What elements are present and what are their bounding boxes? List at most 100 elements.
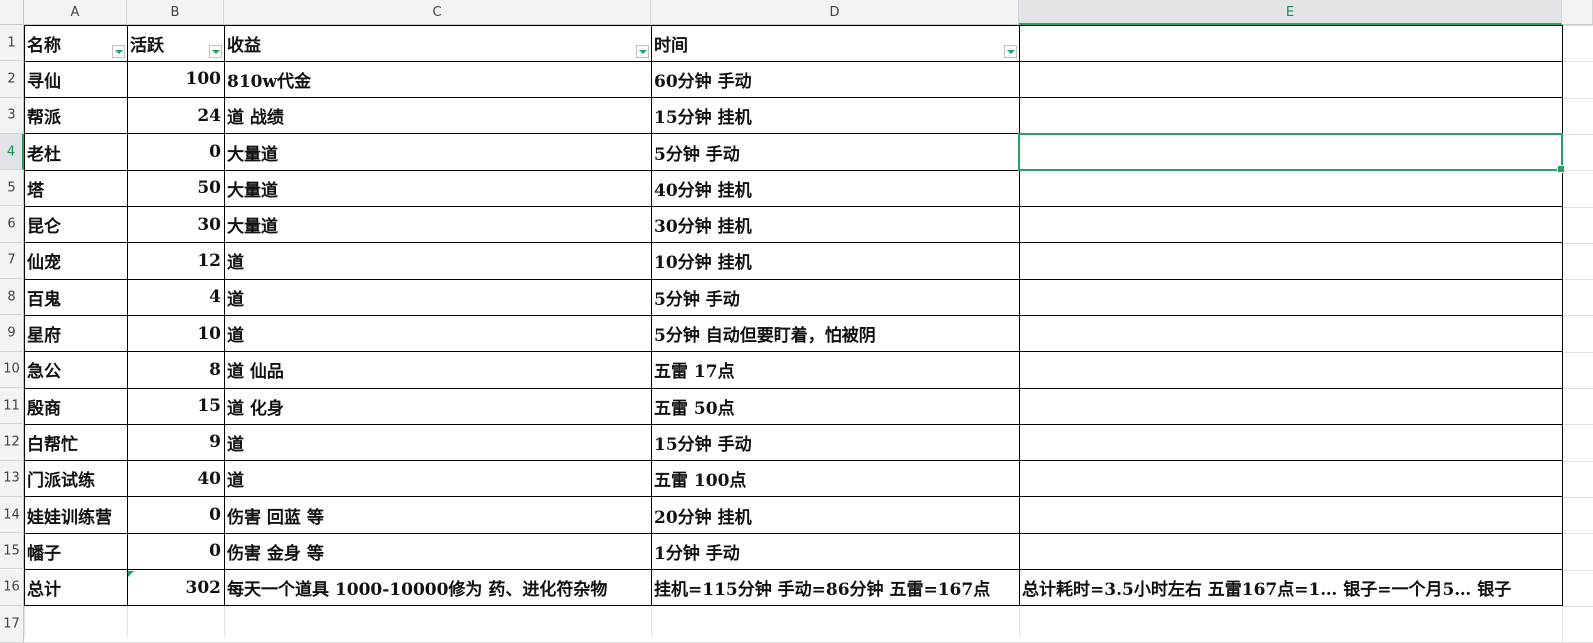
cell-c1[interactable]: 收益 [224,25,651,61]
cell-a9[interactable]: 星府 [24,315,127,351]
cell-b15[interactable]: 0 [127,533,224,569]
column-header-a[interactable]: A [24,0,127,25]
cell-b17[interactable] [127,606,224,643]
cell-a2[interactable]: 寻仙 [24,61,127,97]
row-header-4[interactable]: 4 [0,133,24,171]
cell-b3[interactable]: 24 [127,98,224,134]
column-header-b[interactable]: B [127,0,224,25]
cell-a16[interactable]: 总计 [24,570,127,606]
cell-c12[interactable]: 道 [224,424,651,460]
filter-button-b[interactable] [209,45,222,58]
row-header-12[interactable]: 12 [0,424,24,461]
cell-d9[interactable]: 5分钟 自动但要盯着，怕被阴 [651,315,1562,351]
cell-d16[interactable]: 挂机=115分钟 手动=86分钟 五雷=167点 [651,570,1019,606]
cell-c4[interactable]: 大量道 [224,134,651,170]
cell-d15[interactable]: 1分钟 手动 [651,533,1019,569]
cell-e16[interactable]: 总计耗时=3.5小时左右 五雷167点=1… 银子=一个月5… 银子 [1019,570,1562,606]
cell-d4[interactable]: 5分钟 手动 [651,134,1019,170]
cell-d13[interactable]: 五雷 100点 [651,461,1019,497]
filter-button-c[interactable] [636,45,649,58]
row-header-11[interactable]: 11 [0,388,24,425]
row-header-17[interactable]: 17 [0,605,24,643]
cell-e2[interactable] [1019,61,1562,97]
cell-a4[interactable]: 老杜 [24,134,127,170]
cell-a5[interactable]: 塔 [24,170,127,206]
cell-b9[interactable]: 10 [127,315,224,351]
cell-e11[interactable] [1019,388,1562,424]
cell-b14[interactable]: 0 [127,497,224,533]
row-header-14[interactable]: 14 [0,496,24,534]
cell-d7[interactable]: 10分钟 挂机 [651,243,1019,279]
row-header-2[interactable]: 2 [0,61,24,98]
cell-a10[interactable]: 急公 [24,352,127,388]
cell-c11[interactable]: 道 化身 [224,388,651,424]
cell-c16[interactable]: 每天一个道具 1000-10000修为 药、进化符杂物 [224,570,651,606]
cell-e10[interactable] [1019,352,1562,388]
filter-button-d[interactable] [1004,45,1017,58]
cell-b12[interactable]: 9 [127,424,224,460]
cell-a17[interactable] [24,606,127,643]
cell-c2[interactable]: 810w代金 [224,61,651,97]
cell-a6[interactable]: 昆仑 [24,207,127,243]
cell-e7[interactable] [1019,243,1562,279]
cell-b13[interactable]: 40 [127,461,224,497]
cell-a8[interactable]: 百鬼 [24,279,127,315]
cell-b11[interactable]: 15 [127,388,224,424]
cell-e12[interactable] [1019,424,1562,460]
cell-e8[interactable] [1019,279,1562,315]
cell-c3[interactable]: 道 战绩 [224,98,651,134]
cell-e6[interactable] [1019,207,1562,243]
cell-c14[interactable]: 伤害 回蓝 等 [224,497,651,533]
cell-d8[interactable]: 5分钟 手动 [651,279,1019,315]
cell-c9[interactable]: 道 [224,315,651,351]
cell-c7[interactable]: 道 [224,243,651,279]
cell-a13[interactable]: 门派试练 [24,461,127,497]
column-header-e[interactable]: E [1019,0,1562,25]
cell-e14[interactable] [1019,497,1562,533]
column-header-f[interactable] [1562,0,1593,25]
cell-d10[interactable]: 五雷 17点 [651,352,1019,388]
cell-c5[interactable]: 大量道 [224,170,651,206]
cell-e13[interactable] [1019,461,1562,497]
cell-c10[interactable]: 道 仙品 [224,352,651,388]
cell-d12[interactable]: 15分钟 手动 [651,424,1019,460]
cell-a12[interactable]: 白帮忙 [24,424,127,460]
cell-e5[interactable] [1019,170,1562,206]
cell-b8[interactable]: 4 [127,279,224,315]
cell-e15[interactable] [1019,533,1562,569]
cell-a14[interactable]: 娃娃训练营 [24,497,127,533]
row-header-13[interactable]: 13 [0,460,24,497]
cell-c17[interactable] [224,606,651,643]
column-header-d[interactable]: D [651,0,1019,25]
cell-d6[interactable]: 30分钟 挂机 [651,207,1019,243]
row-header-15[interactable]: 15 [0,533,24,570]
cell-b4[interactable]: 0 [127,134,224,170]
cell-e17[interactable] [1019,606,1562,643]
cell-d14[interactable]: 20分钟 挂机 [651,497,1019,533]
cell-b2[interactable]: 100 [127,61,224,97]
cell-b7[interactable]: 12 [127,243,224,279]
cell-d5[interactable]: 40分钟 挂机 [651,170,1019,206]
row-header-16[interactable]: 16 [0,569,24,606]
cell-a7[interactable]: 仙宠 [24,243,127,279]
row-header-3[interactable]: 3 [0,97,24,134]
cell-d1[interactable]: 时间 [651,25,1019,61]
cell-d17[interactable] [651,606,1019,643]
cell-b6[interactable]: 30 [127,207,224,243]
row-header-8[interactable]: 8 [0,279,24,316]
select-all-corner[interactable] [0,0,24,25]
row-header-1[interactable]: 1 [0,25,24,62]
row-header-10[interactable]: 10 [0,351,24,388]
fill-handle[interactable] [1557,165,1565,174]
cell-c6[interactable]: 大量道 [224,207,651,243]
cell-b10[interactable]: 8 [127,352,224,388]
spreadsheet[interactable]: A B C D E 1 2 3 4 5 6 7 8 9 10 11 12 13 14 15 16 17 名称 活跃 收益 时间 寻仙… [0,0,1593,643]
cell-a3[interactable]: 帮派 [24,98,127,134]
row-header-5[interactable]: 5 [0,170,24,207]
cell-d2[interactable]: 60分钟 手动 [651,61,1019,97]
row-header-9[interactable]: 9 [0,315,24,352]
cell-d3[interactable]: 15分钟 挂机 [651,98,1019,134]
column-header-c[interactable]: C [224,0,651,25]
cell-e3[interactable] [1019,98,1562,134]
cell-b16[interactable]: 302 [127,570,224,606]
